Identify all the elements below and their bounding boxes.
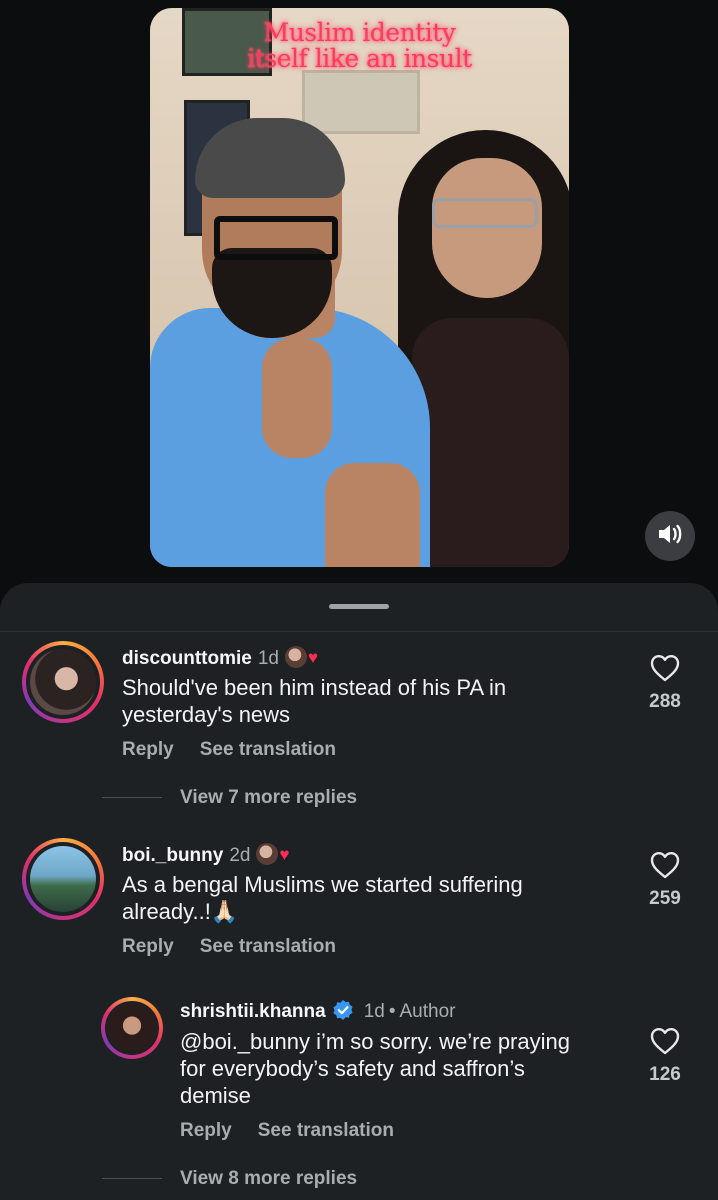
man-glasses (214, 216, 338, 260)
avatar[interactable] (22, 641, 104, 723)
see-translation-button[interactable]: See translation (200, 739, 336, 760)
sheet-drag-handle[interactable] (329, 604, 389, 609)
view-more-replies-button[interactable]: View 8 more replies (180, 1168, 357, 1190)
reply-button[interactable]: Reply (122, 739, 174, 760)
reply-time: 1d (363, 1001, 385, 1022)
username-text[interactable]: boi._bunny (122, 845, 223, 866)
avatar[interactable] (101, 997, 163, 1059)
reply-text-line: for everybody’s safety and saffron’s (180, 1056, 525, 1081)
heart-outline-icon[interactable] (650, 852, 680, 883)
comment-text-line: already..!🙏🏻 (122, 899, 239, 924)
comment-time: 1d (257, 648, 279, 669)
heart-outline-icon[interactable] (650, 1028, 680, 1059)
caption-line-2: itself like an insult (247, 44, 472, 73)
woman-glasses (432, 198, 538, 228)
comment-text-line: yesterday's news (122, 702, 291, 727)
reel-video[interactable]: Muslim identity itself like an insult (150, 8, 569, 567)
comment-time: 2d (229, 845, 251, 866)
reply-button[interactable]: Reply (180, 1120, 232, 1141)
author-label: Author (399, 1001, 456, 1022)
reply-text: @boi._bunny i’m so sorry. we’re praying … (180, 1028, 570, 1109)
reply-button[interactable]: Reply (122, 936, 174, 957)
username-text[interactable]: shrishtii.khanna (180, 1001, 326, 1022)
reply-text-line: demise (180, 1083, 251, 1108)
author-liked-icon: ♥ (256, 843, 289, 865)
comment-text: As a bengal Muslims we started suffering… (122, 871, 523, 925)
man-arm (325, 463, 420, 567)
wall-photo (302, 70, 420, 134)
reply-text-line: @boi._bunny i’m so sorry. we’re praying (180, 1029, 570, 1054)
comment-username[interactable]: boi._bunny 2d ♥ (122, 843, 289, 867)
reply-actions: Reply See translation (180, 1120, 420, 1142)
speaker-volume-icon (657, 523, 683, 550)
replies-divider-line (102, 797, 162, 798)
like-button[interactable]: 126 (635, 1027, 695, 1086)
author-liked-icon: ♥ (284, 646, 318, 668)
comments-sheet: discounttomie 1d ♥ Should've been him inst… (0, 583, 718, 1200)
sound-toggle-button[interactable] (645, 511, 695, 561)
see-translation-button[interactable]: See translation (258, 1120, 394, 1141)
like-button[interactable]: 259 (635, 851, 695, 910)
video-caption-overlay: Muslim identity itself like an insult (150, 20, 569, 72)
heart-outline-icon[interactable] (650, 655, 680, 686)
view-more-replies-button[interactable]: View 7 more replies (180, 787, 357, 809)
verified-badge-icon (332, 999, 354, 1021)
comment-actions: Reply See translation (122, 739, 362, 761)
woman-face (432, 158, 542, 298)
comment-text: Should've been him instead of his PA in … (122, 674, 506, 728)
separator-dot: • (388, 1001, 396, 1022)
comment-text-line: As a bengal Muslims we started suffering (122, 872, 523, 897)
comment-text-line: Should've been him instead of his PA in (122, 675, 507, 700)
divider (0, 631, 718, 632)
man-hand (262, 338, 332, 458)
reply-username[interactable]: shrishtii.khanna 1d • Author (180, 999, 455, 1023)
username-text[interactable]: discounttomie (122, 648, 252, 669)
like-count: 126 (649, 1064, 681, 1085)
replies-divider-line (102, 1178, 162, 1179)
see-translation-button[interactable]: See translation (200, 936, 336, 957)
avatar[interactable] (22, 838, 104, 920)
like-count: 259 (649, 888, 681, 909)
comment-username[interactable]: discounttomie 1d ♥ (122, 646, 318, 670)
like-button[interactable]: 288 (635, 654, 695, 713)
woman-body (412, 318, 569, 567)
comment-actions: Reply See translation (122, 936, 362, 958)
like-count: 288 (649, 691, 681, 712)
caption-line-1: Muslim identity (263, 18, 456, 47)
